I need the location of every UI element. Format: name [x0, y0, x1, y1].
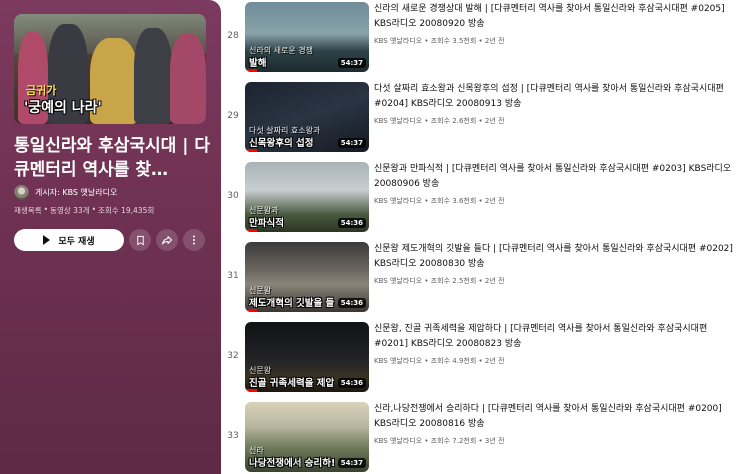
video-index: 32: [227, 351, 239, 361]
video-title[interactable]: 신문왕 제도개혁의 깃발을 들다 | [다큐멘터리 역사를 찾아서 통일신라와 …: [374, 242, 739, 272]
video-index: 28: [227, 31, 239, 41]
list-item[interactable]: 30 신문왕과 만파식적 54:36 신문왕과 만파식적 | [다큐멘터리 역사…: [221, 160, 743, 232]
video-meta: KBS 옛날라디오 • 조회수 3.5천회 • 2년 전: [374, 37, 505, 45]
list-item[interactable]: 28 신라의 새로운 경쟁 발해 54:37 신라의 새로운 경쟁상대 발해 |…: [221, 0, 743, 72]
watch-progress-bar: [245, 149, 258, 152]
thumbnail-caption: 나당전쟁에서 승리하!: [249, 458, 336, 469]
play-all-button[interactable]: 모두 재생: [14, 229, 124, 251]
thumbnail-caption: 제도개혁의 깃발을 들: [249, 298, 335, 309]
playlist-actions: 모두 재생: [14, 229, 205, 251]
meta-video-count: 동영상 33개: [50, 206, 90, 215]
owner-label[interactable]: 게시자: KBS 옛날라디오: [35, 187, 117, 198]
video-duration: 54:36: [337, 218, 366, 228]
video-thumbnail[interactable]: 신라의 새로운 경쟁 발해 54:37: [245, 2, 369, 72]
video-title[interactable]: 신문왕과 만파식적 | [다큐멘터리 역사를 찾아서 통일신라와 후삼국시대편 …: [374, 162, 739, 192]
playlist-video-list: 28 신라의 새로운 경쟁 발해 54:37 신라의 새로운 경쟁상대 발해 |…: [221, 0, 743, 474]
watch-progress-bar: [245, 389, 258, 392]
channel-avatar[interactable]: [14, 184, 29, 200]
bookmark-icon: [136, 235, 144, 245]
play-all-label: 모두 재생: [58, 236, 95, 247]
watch-progress-bar: [245, 69, 258, 72]
playlist-panel: 금귀가 '궁예의 나라' 통일신라와 후삼국시대 | 다큐멘터리 역사를 찾… …: [0, 0, 221, 474]
video-meta: KBS 옛날라디오 • 조회수 7.2천회 • 3년 전: [374, 437, 505, 445]
video-thumbnail[interactable]: 신문왕 제도개혁의 깃발을 들 54:36: [245, 242, 369, 312]
more-vert-icon: [193, 235, 195, 245]
thumbnail-caption: 발해: [249, 58, 267, 69]
cover-subtitle: 금귀가: [26, 84, 57, 97]
playlist-owner[interactable]: 게시자: KBS 옛날라디오: [14, 184, 117, 200]
share-button[interactable]: [156, 229, 178, 251]
video-title[interactable]: 다섯 살짜리 효소왕과 신목왕후의 섭정 | [다큐멘터리 역사를 찾아서 통일…: [374, 82, 739, 112]
thumbnail-caption: 진골 귀족세력을 제압: [249, 378, 335, 389]
video-thumbnail[interactable]: 신문왕과 만파식적 54:36: [245, 162, 369, 232]
video-title[interactable]: 신라의 새로운 경쟁상대 발해 | [다큐멘터리 역사를 찾아서 통일신라와 후…: [374, 2, 739, 32]
video-meta: KBS 옛날라디오 • 조회수 4.9천회 • 2년 전: [374, 357, 505, 365]
video-thumbnail[interactable]: 신라 나당전쟁에서 승리하! 54:37: [245, 402, 369, 472]
video-duration: 54:36: [337, 298, 366, 308]
list-item[interactable]: 29 다섯 살짜리 효소왕과 신목왕후의 섭정 54:37 다섯 살짜리 효소왕…: [221, 80, 743, 152]
playlist-meta: 재생목록 • 동영상 33개 • 조회수 19,435회: [14, 205, 155, 215]
video-meta: KBS 옛날라디오 • 조회수 2.6천회 • 2년 전: [374, 117, 505, 125]
watch-progress-bar: [245, 309, 258, 312]
play-icon: [43, 235, 51, 245]
video-index: 29: [227, 111, 239, 121]
watch-progress-bar: [245, 229, 258, 232]
list-item[interactable]: 33 신라 나당전쟁에서 승리하! 54:37 신라,나당전쟁에서 승리하다 |…: [221, 400, 743, 472]
playlist-cover-image[interactable]: 금귀가 '궁예의 나라': [14, 14, 206, 124]
save-playlist-button[interactable]: [129, 229, 151, 251]
list-item[interactable]: 32 신문왕 진골 귀족세력을 제압 54:36 신문왕, 진골 귀족세력을 제…: [221, 320, 743, 392]
video-duration: 54:36: [337, 378, 366, 388]
thumbnail-caption: 만파식적: [249, 218, 284, 229]
video-index: 31: [227, 271, 239, 281]
video-duration: 54:37: [337, 458, 366, 468]
video-thumbnail[interactable]: 다섯 살짜리 효소왕과 신목왕후의 섭정 54:37: [245, 82, 369, 152]
video-title[interactable]: 신라,나당전쟁에서 승리하다 | [다큐멘터리 역사를 찾아서 통일신라와 후삼…: [374, 402, 739, 432]
list-item[interactable]: 31 신문왕 제도개혁의 깃발을 들 54:36 신문왕 제도개혁의 깃발을 들…: [221, 240, 743, 312]
video-index: 33: [227, 431, 239, 441]
meta-views: 조회수 19,435회: [98, 206, 155, 215]
video-title[interactable]: 신문왕, 진골 귀족세력을 제압하다 | [다큐멘터리 역사를 찾아서 통일신라…: [374, 322, 739, 352]
video-meta: KBS 옛날라디오 • 조회수 3.6천회 • 2년 전: [374, 197, 505, 205]
video-index: 30: [227, 191, 239, 201]
video-duration: 54:37: [337, 58, 366, 68]
thumbnail-caption: 신목왕후의 섭정: [249, 138, 314, 149]
playlist-title: 통일신라와 후삼국시대 | 다큐멘터리 역사를 찾…: [14, 136, 211, 180]
video-duration: 54:37: [337, 138, 366, 148]
share-icon: [162, 236, 172, 245]
more-options-button[interactable]: [183, 229, 205, 251]
video-meta: KBS 옛날라디오 • 조회수 2.5천회 • 2년 전: [374, 277, 505, 285]
meta-type: 재생목록: [14, 206, 42, 215]
cover-title: '궁예의 나라': [24, 100, 102, 116]
video-thumbnail[interactable]: 신문왕 진골 귀족세력을 제압 54:36: [245, 322, 369, 392]
